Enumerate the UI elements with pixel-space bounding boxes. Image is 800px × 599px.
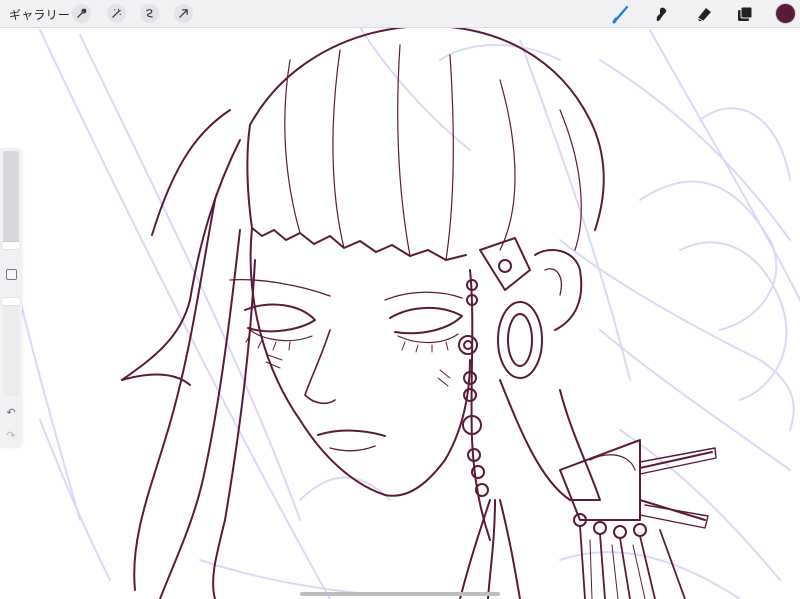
brush-size-slider[interactable] [2, 151, 20, 249]
left-sidebar: ↶ ↷ [0, 148, 22, 448]
layers-icon[interactable] [735, 4, 755, 24]
home-indicator [300, 592, 500, 596]
opacity-handle[interactable] [2, 298, 20, 306]
smudge-icon[interactable] [652, 4, 672, 24]
brush-size-handle[interactable] [2, 242, 20, 249]
drawing-canvas[interactable] [0, 27, 800, 599]
opacity-level [3, 301, 19, 396]
brush-icon[interactable] [612, 4, 632, 24]
undo-icon[interactable]: ↶ [4, 406, 18, 420]
magic-wand-icon[interactable] [107, 4, 126, 23]
selection-icon[interactable] [140, 4, 159, 23]
artwork [19, 27, 800, 599]
eraser-icon[interactable] [694, 4, 714, 24]
wrench-icon[interactable] [72, 4, 91, 23]
top-toolbar: ギャラリー [0, 0, 800, 28]
line-art-layer [121, 27, 717, 599]
color-picker-button[interactable] [776, 4, 795, 23]
redo-icon[interactable]: ↷ [4, 429, 18, 443]
opacity-slider[interactable] [2, 298, 20, 396]
modify-square-icon[interactable] [6, 269, 17, 280]
gallery-button[interactable]: ギャラリー [9, 6, 70, 23]
transform-arrow-icon[interactable] [174, 4, 193, 23]
